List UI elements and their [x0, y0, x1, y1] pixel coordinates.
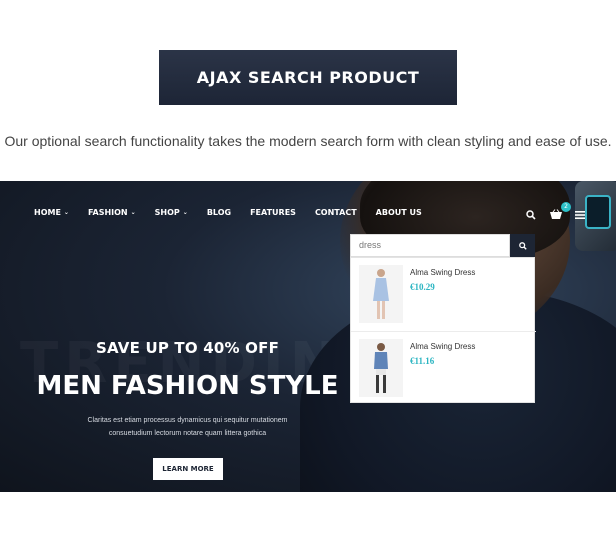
search-result-item[interactable]: Alma Swing Dress €10.29 — [351, 258, 536, 331]
product-name: Alma Swing Dress — [410, 268, 476, 277]
cart-icon[interactable] — [549, 209, 563, 221]
nav-item-fashion[interactable]: FASHION ⌄ — [88, 208, 136, 217]
chevron-down-icon: ⌄ — [130, 209, 136, 216]
search-input[interactable]: dress — [350, 234, 510, 257]
product-price: €11.16 — [410, 356, 435, 366]
hero-description-line: Claritas est etiam processus dynamicus q… — [87, 417, 288, 424]
section-subtitle: Our optional search functionality takes … — [4, 133, 612, 149]
nav-item-blog[interactable]: BLOG — [207, 208, 231, 217]
nav-item-shop[interactable]: SHOP ⌄ — [155, 208, 188, 217]
nav-item-contact[interactable]: CONTACT — [315, 208, 357, 217]
chevron-down-icon: ⌄ — [182, 209, 188, 216]
product-thumbnail — [359, 265, 403, 323]
hero-headline: MEN FASHION STYLE — [36, 371, 339, 401]
nav-item-features[interactable]: FEATURES — [250, 208, 296, 217]
main-nav: HOME ⌄ FASHION ⌄ SHOP ⌄ BLOG FEATURES CONTA… — [34, 208, 441, 217]
menu-icon[interactable] — [575, 210, 585, 220]
hero-description-line: consuetudium lectorum notare quam litter… — [108, 430, 267, 437]
hero-banner: TRENDING HOME⌄ FASHION⌄ SHOP⌄ BLOG FEATU… — [0, 181, 616, 492]
learn-more-button[interactable]: LEARN MORE — [153, 458, 223, 480]
section-title: AJAX SEARCH PRODUCT — [159, 50, 457, 105]
chevron-down-icon: ⌄ — [63, 209, 69, 216]
search-icon — [518, 241, 527, 250]
search-result-item[interactable]: Alma Swing Dress €11.16 — [351, 331, 536, 404]
cart-count-badge: 2 — [561, 202, 571, 212]
hero-description: Claritas est etiam processus dynamicus q… — [70, 414, 305, 440]
nav-item-about[interactable]: ABOUT US — [376, 208, 422, 217]
product-price: €10.29 — [410, 282, 435, 292]
nav-item-home[interactable]: HOME ⌄ — [34, 208, 69, 217]
search-icon[interactable] — [526, 210, 536, 220]
offer-text: SAVE UP TO 40% OFF — [95, 339, 280, 357]
watch-face — [585, 195, 611, 229]
product-name: Alma Swing Dress — [410, 342, 476, 351]
search-results-dropdown: Alma Swing Dress €10.29 Alma Swing Dress… — [350, 257, 536, 404]
search-submit-button[interactable] — [510, 234, 535, 257]
